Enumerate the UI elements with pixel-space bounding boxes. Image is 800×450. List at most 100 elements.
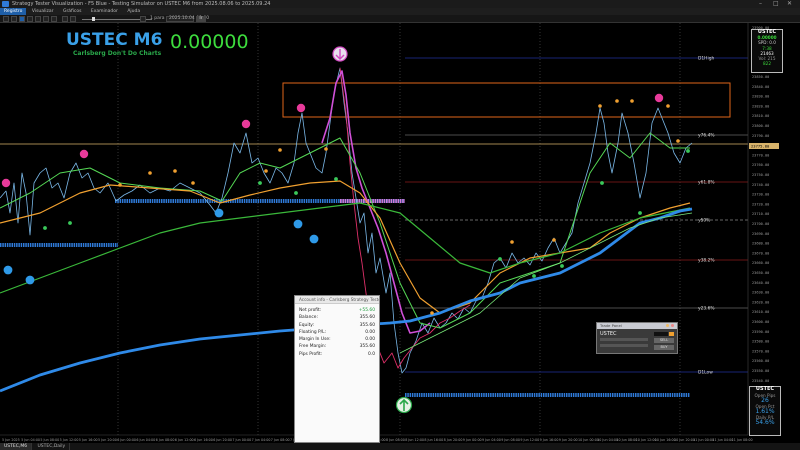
menu-bar: Registro Visualizar Gráficos Examinador …: [0, 8, 800, 15]
app-icon: [2, 1, 9, 7]
account-row-label: Margin In Use:: [299, 337, 331, 343]
buy-button[interactable]: BUY: [654, 345, 674, 350]
bottom-signal-dot: [293, 219, 303, 229]
orange-signal-dot: [324, 147, 328, 151]
time-tick-label: 8 Jun 12:00: [405, 438, 424, 442]
speed-slider-handle[interactable]: [92, 17, 95, 21]
time-tick-label: 9 Jun 00:00: [463, 438, 482, 442]
price-tick-label: 23740.00: [752, 183, 769, 187]
price-tick-label: 23540.00: [752, 379, 769, 383]
price-box: [654, 332, 668, 336]
trade-panel[interactable]: Trade Panel USTEC SELL BUY: [596, 322, 678, 354]
close-icon[interactable]: ✕: [787, 0, 792, 8]
pause-icon[interactable]: [70, 16, 76, 22]
price-tick-label: 23750.00: [752, 173, 769, 177]
close-icon[interactable]: [671, 324, 674, 327]
time-tick-label: 9 Jun 20:00: [559, 438, 578, 442]
grid-icon[interactable]: [43, 16, 49, 22]
account-row-value: 355.60: [359, 344, 375, 350]
date-input[interactable]: 2025.10.04 00:00: [166, 16, 209, 22]
menu-item-graficos[interactable]: Gráficos: [59, 8, 86, 15]
price-chart[interactable]: D1Highy76.4%y61.8%y50%y38.2%y23.6%D1Low …: [0, 23, 800, 443]
time-tick-label: 10 Jun 16:00: [655, 438, 676, 442]
time-tick-label: 11 Jun 00:00: [693, 438, 714, 442]
orange-signal-dot: [630, 99, 634, 103]
price-tick-label: 23820.00: [752, 104, 769, 108]
sl-input[interactable]: [600, 344, 648, 347]
time-tick-label: 7 Jun 00:00: [232, 438, 251, 442]
orange-signal-dot: [278, 148, 282, 152]
menu-item-ajuda[interactable]: Ajuda: [123, 8, 144, 15]
time-tick-label: 9 Jun 08:00: [501, 438, 520, 442]
price-tick-label: 23620.00: [752, 300, 769, 304]
autoscroll-icon[interactable]: [51, 16, 57, 22]
menu-item-examinador[interactable]: Examinador: [87, 8, 122, 15]
toolbar: 1 para 2025.10.04 00:00 Ir: [0, 15, 800, 23]
time-tick-label: 10 Jun 00:00: [578, 438, 599, 442]
price-tick-label: 23570.00: [752, 349, 769, 353]
price-tick-label: 23630.00: [752, 291, 769, 295]
lot-input[interactable]: [600, 338, 648, 341]
orange-signal-dot: [510, 240, 514, 244]
account-row-value: 355.60: [359, 315, 375, 321]
play-icon[interactable]: [62, 16, 68, 22]
account-row-label: Pips Profit:: [299, 351, 323, 357]
green-signal-dot: [43, 226, 47, 230]
minimize-icon[interactable]: [666, 324, 669, 327]
tab-ustec-daily[interactable]: USTEC,Daily: [34, 443, 71, 450]
menu-item-visualizar[interactable]: Visualizar: [28, 8, 58, 15]
account-row: Margin In Use: 0.00: [295, 336, 379, 343]
time-tick-label: 5 Jun 2025: [2, 438, 20, 442]
green-signal-dot: [600, 181, 604, 185]
time-tick-label: 10 Jun 20:00: [674, 438, 695, 442]
price-tick-label: 23640.00: [752, 281, 769, 285]
time-tick-label: 9 Jun 16:00: [540, 438, 559, 442]
top-signal-dot: [1, 178, 11, 188]
time-tick-label: 8 Jun 16:00: [424, 438, 443, 442]
time-tick-label: 6 Jun 20:00: [213, 438, 232, 442]
level-label: y76.4%: [698, 133, 715, 139]
step-icon[interactable]: [140, 16, 146, 22]
price-tick-label: 23710.00: [752, 212, 769, 216]
price-tick-label: 23790.00: [752, 134, 769, 138]
account-row: Floating P/L: 0.00: [295, 329, 379, 336]
price-tick-label: 23680.00: [752, 242, 769, 246]
price-tick-label: 23700.00: [752, 222, 769, 226]
minimize-icon[interactable]: –: [759, 0, 762, 8]
price-tick-label: 23650.00: [752, 271, 769, 275]
overlay-value: 0.00000: [170, 31, 249, 53]
trade-panel-header[interactable]: Trade Panel: [597, 323, 677, 329]
overlay-subtitle: Carlsberg Don't Do Charts: [73, 50, 162, 57]
alert-icon[interactable]: [669, 332, 674, 336]
account-info-panel[interactable]: Account info - Carlsberg Strategy Tester…: [294, 295, 380, 443]
orange-signal-dot: [598, 104, 602, 108]
time-tick-label: 8 Jun 08:00: [386, 438, 405, 442]
maximize-icon[interactable]: □: [773, 0, 779, 8]
time-tick-label: 5 Jun 04:00: [21, 438, 40, 442]
go-button[interactable]: Ir: [196, 16, 206, 22]
time-tick-label: 11 Jun 08:00: [732, 438, 753, 442]
zoom-out-icon[interactable]: [35, 16, 41, 22]
price-tick-label: 23850.00: [752, 75, 769, 79]
level-label: D1Low: [698, 370, 713, 376]
account-row-label: Balance:: [299, 315, 318, 321]
top-signal-dot: [296, 103, 306, 113]
account-info-header[interactable]: Account info - Carlsberg Strategy Tester: [295, 296, 379, 304]
tab-ustec-m6[interactable]: USTEC,M6: [0, 443, 33, 450]
orange-signal-dot: [173, 169, 177, 173]
orange-signal-dot: [615, 99, 619, 103]
time-tick-label: 6 Jun 16:00: [194, 438, 213, 442]
zoom-in-icon[interactable]: [27, 16, 33, 22]
account-row-label: Equity:: [299, 322, 315, 328]
info-count: 822: [763, 61, 771, 67]
sell-button[interactable]: SELL: [654, 338, 674, 343]
time-tick-label: 11 Jun 04:00: [712, 438, 733, 442]
price-tick-label: 23730.00: [752, 193, 769, 197]
bottom-signal-dot: [309, 234, 319, 244]
trade-panel-symbol: USTEC: [600, 331, 617, 337]
chart-type-bars-icon[interactable]: [3, 16, 9, 22]
chart-type-candles-icon[interactable]: [11, 16, 17, 22]
chart-type-line-icon[interactable]: [19, 16, 25, 22]
account-row: Net profit: +55.60: [295, 307, 379, 314]
menu-item-registro[interactable]: Registro: [0, 8, 27, 15]
